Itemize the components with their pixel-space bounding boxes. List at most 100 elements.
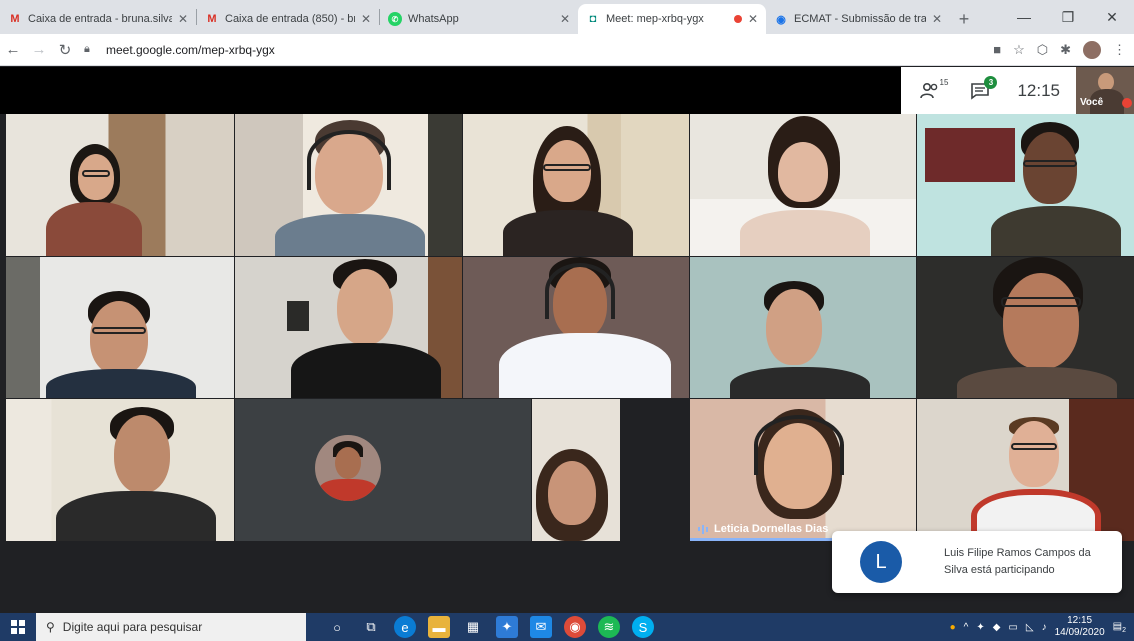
video-tile[interactable] (690, 114, 916, 256)
close-icon[interactable]: ✕ (560, 12, 570, 26)
edge-icon[interactable]: e (394, 616, 416, 638)
dropbox-tray-icon[interactable]: ✦ (976, 622, 984, 633)
video-tile[interactable] (917, 257, 1134, 398)
tab-title: Caixa de entrada (850) - bruna (225, 13, 355, 25)
participant-initial-avatar: L (860, 541, 902, 583)
notification-app-icon[interactable]: ● (950, 622, 956, 633)
clock-date: 14/09/2020 (1054, 627, 1105, 638)
reload-button[interactable]: ↻ (52, 41, 78, 59)
action-center-icon[interactable]: ▤2 (1113, 621, 1126, 634)
windows-taskbar: ⚲ Digite aqui para pesquisar ○ ⧉ e ▬ ▦ ✦… (0, 613, 1134, 641)
minimize-button[interactable]: — (1002, 0, 1046, 34)
lock-icon: 🔒︎ (84, 42, 90, 55)
chevron-up-icon[interactable]: ^ (964, 622, 969, 633)
video-tile[interactable] (917, 114, 1134, 256)
clock-time: 12:15 (1067, 615, 1093, 626)
cortana-icon[interactable]: ○ (326, 616, 348, 638)
back-button[interactable]: ← (0, 41, 26, 58)
speaker-nameplate: Leticia Dornellas Dias (698, 523, 828, 535)
tab-whatsapp[interactable]: ✆ WhatsApp ✕ (380, 4, 578, 34)
tab-gmail-2[interactable]: M Caixa de entrada (850) - bruna ✕ (197, 4, 379, 34)
url-text: meet.google.com/mep-xrbq-ygx (106, 42, 275, 57)
close-window-button[interactable]: ✕ (1090, 0, 1134, 34)
notification-count: 2 (1122, 626, 1126, 634)
speaking-indicator-icon (698, 524, 708, 534)
video-tile[interactable] (532, 399, 620, 541)
battery-icon[interactable]: ▭ (1008, 622, 1017, 633)
forward-button[interactable]: → (26, 41, 52, 58)
participant-joined-toast[interactable]: L Luis Filipe Ramos Campos da Silva está… (832, 531, 1122, 593)
meet-icon: ◘ (589, 13, 597, 25)
file-explorer-icon[interactable]: ▬ (428, 616, 450, 638)
task-view-icon[interactable]: ⧉ (360, 616, 382, 638)
tab-title: WhatsApp (408, 13, 459, 25)
video-tile[interactable] (235, 114, 462, 256)
browser-tab-strip: M Caixa de entrada - bruna.silva ✕ M Cai… (0, 0, 1134, 34)
tab-title: Caixa de entrada - bruna.silva (28, 13, 172, 25)
speaker-name: Leticia Dornellas Dias (714, 523, 829, 535)
browser-toolbar: ← → ↻ 🔒︎ meet.google.com/mep-xrbq-ygx ■ … (0, 34, 1134, 66)
store-icon[interactable]: ▦ (462, 616, 484, 638)
menu-icon[interactable]: ⋮ (1113, 42, 1126, 58)
video-tile[interactable] (6, 257, 234, 398)
video-tile-empty (621, 399, 689, 541)
video-tile[interactable] (917, 399, 1134, 541)
tab-gmail-1[interactable]: M Caixa de entrada - bruna.silva ✕ (0, 4, 196, 34)
windows-icon (11, 620, 25, 634)
gmail-icon: M (10, 13, 20, 25)
people-icon (920, 82, 938, 98)
address-bar[interactable]: 🔒︎ meet.google.com/mep-xrbq-ygx (84, 37, 986, 62)
camera-icon[interactable]: ■ (993, 42, 1001, 57)
volume-icon[interactable]: ♪ (1042, 622, 1047, 633)
search-placeholder: Digite aqui para pesquisar (62, 620, 203, 634)
video-tile[interactable] (6, 114, 234, 256)
video-tile-avatar[interactable] (235, 399, 531, 541)
participant-avatar (315, 435, 381, 501)
close-icon[interactable]: ✕ (748, 12, 758, 26)
recording-icon (733, 15, 742, 23)
start-button[interactable] (0, 613, 36, 641)
video-tile[interactable] (463, 114, 689, 256)
close-icon[interactable]: ✕ (361, 12, 371, 26)
tab-ecmat[interactable]: ◉ ECMAT - Submissão de trabal ✕ (766, 4, 950, 34)
bookmark-star-icon[interactable]: ☆ (1013, 42, 1025, 58)
skype-icon[interactable]: S (632, 616, 654, 638)
video-tile[interactable] (235, 257, 462, 398)
chat-button[interactable]: 3 (959, 72, 1001, 110)
meeting-clock: 12:15 (1017, 80, 1060, 100)
participants-count: 15 (939, 77, 949, 87)
tray-app-icon[interactable]: ◆ (993, 622, 1001, 633)
extension-icon[interactable]: ⬡ (1037, 42, 1048, 58)
taskbar-search[interactable]: ⚲ Digite aqui para pesquisar (36, 613, 306, 641)
meet-controls-panel: 15 3 12:15 (901, 67, 1076, 114)
gmail-icon: M (207, 13, 217, 25)
screen: M Caixa de entrada - bruna.silva ✕ M Cai… (0, 0, 1134, 641)
close-icon[interactable]: ✕ (932, 12, 942, 26)
puzzle-icon[interactable]: ✱ (1060, 42, 1071, 58)
tab-title: ECMAT - Submissão de trabal (794, 13, 926, 25)
restore-button[interactable]: ❐ (1046, 0, 1090, 34)
network-icon[interactable]: ◺ (1026, 622, 1034, 633)
video-tile[interactable] (463, 257, 689, 398)
tab-meet[interactable]: ◘ Meet: mep-xrbq-ygx ✕ (578, 4, 766, 34)
system-tray: ● ^ ✦ ◆ ▭ ◺ ♪ 12:15 14/09/2020 ▤2 (950, 613, 1134, 641)
video-tile-speaking[interactable]: Leticia Dornellas Dias (690, 399, 916, 541)
video-tile[interactable] (6, 399, 234, 541)
participants-button[interactable]: 15 (909, 72, 951, 110)
video-grid: Leticia Dornellas Dias (6, 114, 1134, 541)
close-icon[interactable]: ✕ (178, 12, 188, 26)
spotify-icon[interactable]: ≋ (598, 616, 620, 638)
window-controls: — ❐ ✕ (1002, 0, 1134, 34)
system-clock[interactable]: 12:15 14/09/2020 (1055, 615, 1105, 639)
mail-icon[interactable]: ✉ (530, 616, 552, 638)
tab-title: Meet: mep-xrbq-ygx (606, 13, 704, 25)
video-tile[interactable] (690, 257, 916, 398)
chrome-icon[interactable]: ◉ (564, 616, 586, 638)
profile-avatar[interactable] (1083, 40, 1101, 59)
new-tab-button[interactable]: + (950, 4, 978, 34)
dropbox-icon[interactable]: ✦ (496, 616, 518, 638)
self-view[interactable]: Você (1076, 67, 1134, 114)
self-label: Você (1080, 97, 1104, 108)
toast-message: Luis Filipe Ramos Campos da Silva está p… (944, 547, 1091, 576)
meet-top-bar: 15 3 12:15 Você (0, 67, 1134, 114)
